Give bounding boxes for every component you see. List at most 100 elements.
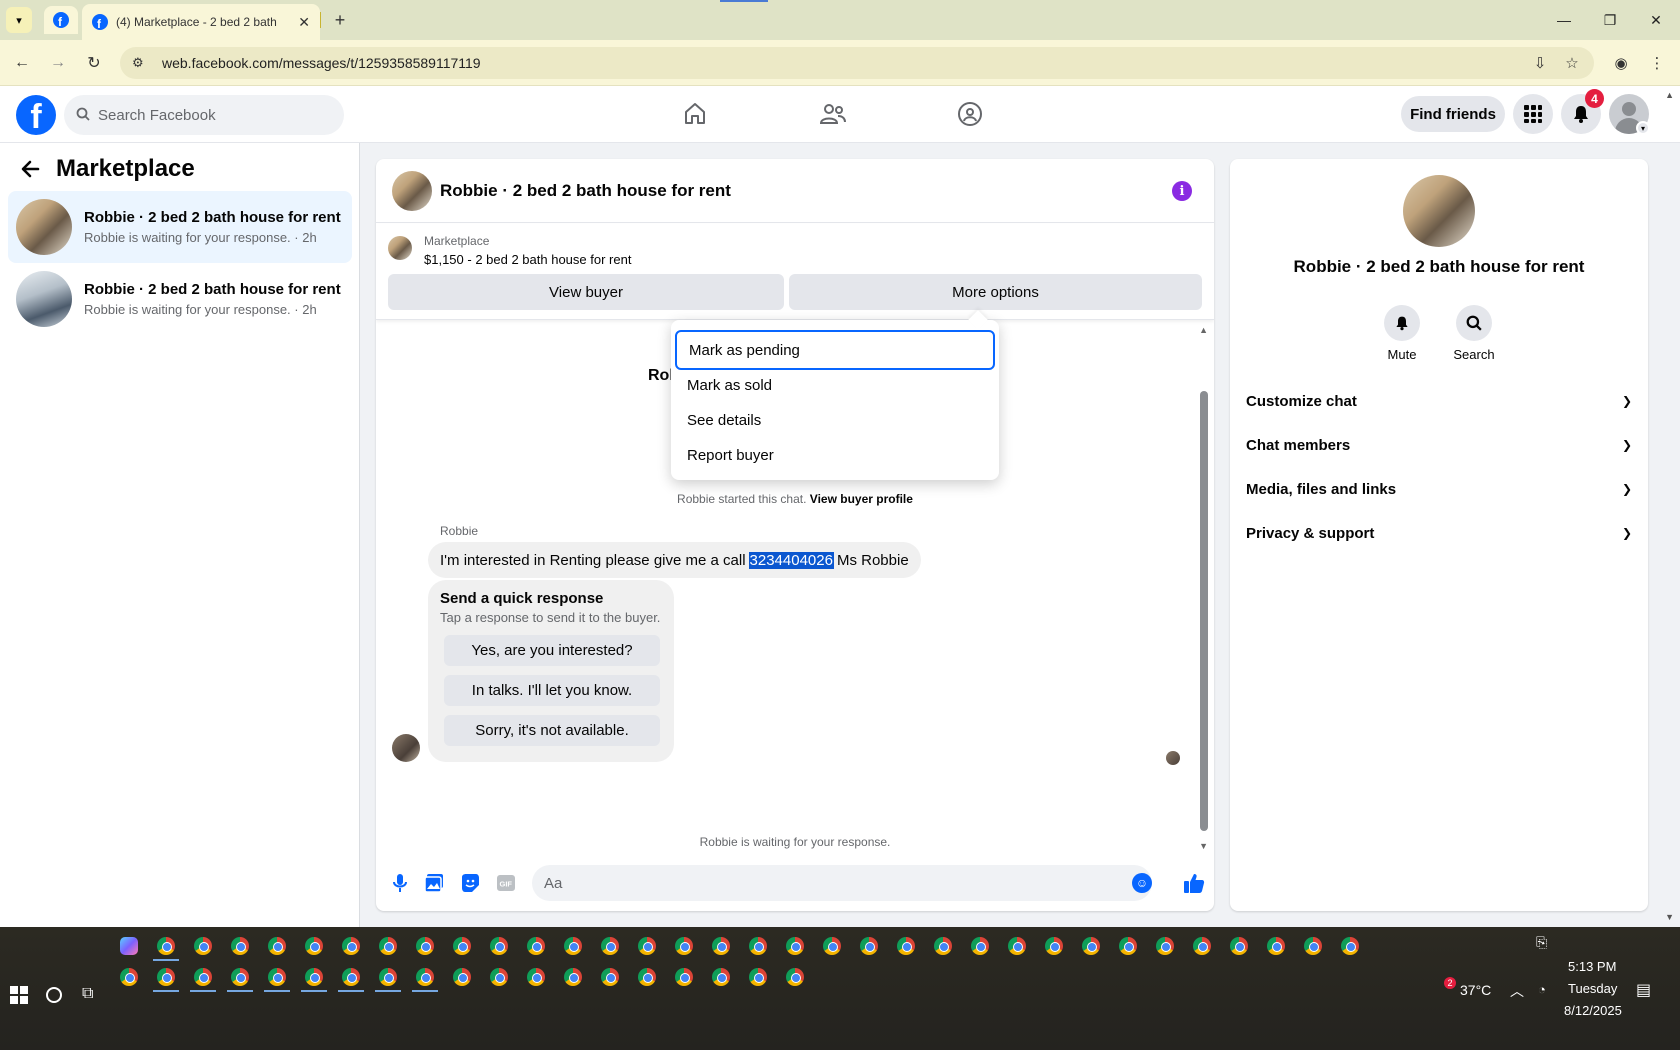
clock-time[interactable]: 5:13 PM <box>1568 959 1616 974</box>
chat-scrollbar[interactable] <box>1200 391 1208 831</box>
page-scroll-down-icon[interactable]: ▼ <box>1665 912 1674 922</box>
chrome-taskbar-icon[interactable] <box>675 968 693 986</box>
chrome-taskbar-icon[interactable] <box>120 968 138 986</box>
quick-reply-button[interactable]: Yes, are you interested? <box>444 635 660 666</box>
view-buyer-profile-link[interactable]: View buyer profile <box>810 492 913 506</box>
section-privacy-support[interactable]: Privacy & support ❯ <box>1246 513 1632 553</box>
task-view-icon[interactable]: ⧉ <box>82 985 93 1003</box>
home-icon[interactable] <box>675 96 715 132</box>
chrome-taskbar-icon[interactable] <box>268 937 286 955</box>
chrome-taskbar-icon[interactable] <box>342 937 360 955</box>
chrome-taskbar-icon[interactable] <box>675 937 693 955</box>
taskbar-search-icon[interactable] <box>46 987 62 1003</box>
chrome-taskbar-icon[interactable] <box>601 937 619 955</box>
section-chat-members[interactable]: Chat members ❯ <box>1246 425 1632 465</box>
chrome-taskbar-icon[interactable] <box>194 968 212 986</box>
facebook-search-input[interactable]: Search Facebook <box>64 95 344 135</box>
chrome-taskbar-icon[interactable] <box>194 937 212 955</box>
chrome-taskbar-icon[interactable] <box>638 937 656 955</box>
restore-button[interactable]: ❐ <box>1590 8 1630 32</box>
chrome-taskbar-icon[interactable] <box>268 968 286 986</box>
groups-icon[interactable] <box>950 96 990 132</box>
gif-icon[interactable]: GIF <box>494 871 518 895</box>
chrome-taskbar-icon[interactable] <box>1008 937 1026 955</box>
copilot-icon[interactable] <box>120 937 138 955</box>
chrome-taskbar-icon[interactable] <box>231 968 249 986</box>
scroll-down-arrow-icon[interactable]: ▼ <box>1199 841 1208 851</box>
page-scroll-up-icon[interactable]: ▲ <box>1665 90 1674 100</box>
chrome-taskbar-icon[interactable] <box>416 968 434 986</box>
scroll-up-arrow-icon[interactable]: ▲ <box>1199 325 1208 335</box>
clock-date[interactable]: 8/12/2025 <box>1564 1003 1622 1018</box>
chrome-taskbar-icon[interactable] <box>490 937 508 955</box>
chrome-taskbar-icon[interactable] <box>564 968 582 986</box>
tab-facebook-pinned[interactable]: f <box>44 6 78 34</box>
listing-price[interactable]: $1,150 - 2 bed 2 bath house for rent <box>424 252 631 267</box>
site-info-icon[interactable]: ⚙ <box>132 55 150 71</box>
chrome-taskbar-icon[interactable] <box>379 937 397 955</box>
chrome-taskbar-icon[interactable] <box>786 937 804 955</box>
browser-menu-icon[interactable]: ⋮ <box>1645 51 1669 75</box>
chrome-taskbar-icon[interactable] <box>342 968 360 986</box>
chrome-taskbar-icon[interactable] <box>305 937 323 955</box>
chrome-taskbar-icon[interactable] <box>1082 937 1100 955</box>
chrome-taskbar-icon[interactable] <box>1304 937 1322 955</box>
chrome-taskbar-icon[interactable] <box>564 937 582 955</box>
chrome-taskbar-icon[interactable] <box>1267 937 1285 955</box>
back-arrow-icon[interactable] <box>20 159 40 185</box>
chrome-taskbar-icon[interactable] <box>453 968 471 986</box>
chrome-taskbar-icon[interactable] <box>527 937 545 955</box>
view-buyer-button[interactable]: View buyer <box>388 274 784 310</box>
screen-capture-icon[interactable]: ⎘ <box>1536 934 1547 951</box>
chrome-taskbar-icon[interactable] <box>157 937 175 955</box>
chrome-taskbar-icon[interactable] <box>638 968 656 986</box>
microphone-icon[interactable] <box>388 871 412 895</box>
chrome-taskbar-icon[interactable] <box>1193 937 1211 955</box>
wifi-icon[interactable]: ◔ <box>1538 982 1546 997</box>
tab-marketplace[interactable]: f (4) Marketplace - 2 bed 2 bath ✕ <box>82 4 320 40</box>
menu-item-see-details[interactable]: See details <box>675 403 995 438</box>
emoji-icon[interactable]: ☺ <box>1132 873 1152 893</box>
chrome-taskbar-icon[interactable] <box>490 968 508 986</box>
chrome-taskbar-icon[interactable] <box>749 968 767 986</box>
minimize-button[interactable]: — <box>1544 8 1584 32</box>
forward-icon[interactable]: → <box>46 51 70 75</box>
menu-grid-icon[interactable] <box>1513 94 1553 134</box>
chrome-taskbar-icon[interactable] <box>786 968 804 986</box>
start-windows-icon[interactable] <box>10 986 28 1004</box>
details-avatar[interactable] <box>1403 175 1475 247</box>
message-bubble[interactable]: I'm interested in Renting please give me… <box>428 542 921 578</box>
notification-center-icon[interactable]: ▤ <box>1636 980 1651 1000</box>
quick-reply-button[interactable]: Sorry, it's not available. <box>444 715 660 746</box>
chrome-taskbar-icon[interactable] <box>860 937 878 955</box>
section-media-files-links[interactable]: Media, files and links ❯ <box>1246 469 1632 509</box>
menu-item-mark-as-pending[interactable]: Mark as pending <box>675 330 995 370</box>
facebook-logo-icon[interactable]: f <box>16 95 56 135</box>
sender-avatar[interactable] <box>392 734 420 762</box>
chrome-taskbar-icon[interactable] <box>1045 937 1063 955</box>
chrome-taskbar-icon[interactable] <box>934 937 952 955</box>
address-bar[interactable]: ⚙ web.facebook.com/messages/t/1259358589… <box>120 47 1594 79</box>
weather-temperature[interactable]: 37°C <box>1460 982 1491 998</box>
chat-title[interactable]: Robbie · 2 bed 2 bath house for rent <box>440 181 731 201</box>
friends-icon[interactable] <box>813 96 853 132</box>
mute-button[interactable]: Mute <box>1367 305 1437 362</box>
chrome-taskbar-icon[interactable] <box>1119 937 1137 955</box>
chrome-taskbar-icon[interactable] <box>1230 937 1248 955</box>
menu-item-report-buyer[interactable]: Report buyer <box>675 438 995 473</box>
find-friends-button[interactable]: Find friends <box>1401 96 1505 132</box>
back-icon[interactable]: ← <box>10 51 34 75</box>
chrome-taskbar-icon[interactable] <box>897 937 915 955</box>
sticker-icon[interactable] <box>458 871 482 895</box>
message-input[interactable]: Aa <box>532 865 1152 901</box>
close-window-button[interactable]: ✕ <box>1636 8 1676 32</box>
chrome-taskbar-icon[interactable] <box>1341 937 1359 955</box>
show-hidden-icons-icon[interactable]: ︿ <box>1510 981 1524 1001</box>
conversation-item-2[interactable]: Robbie · 2 bed 2 bath house for rent Rob… <box>8 263 352 335</box>
chrome-taskbar-icon[interactable] <box>379 968 397 986</box>
tab-search-button[interactable]: ▾ <box>6 7 32 33</box>
bookmark-star-icon[interactable]: ☆ <box>1560 51 1584 75</box>
search-conversation-button[interactable]: Search <box>1439 305 1509 362</box>
new-tab-button[interactable]: + <box>328 8 352 32</box>
chrome-taskbar-icon[interactable] <box>712 968 730 986</box>
